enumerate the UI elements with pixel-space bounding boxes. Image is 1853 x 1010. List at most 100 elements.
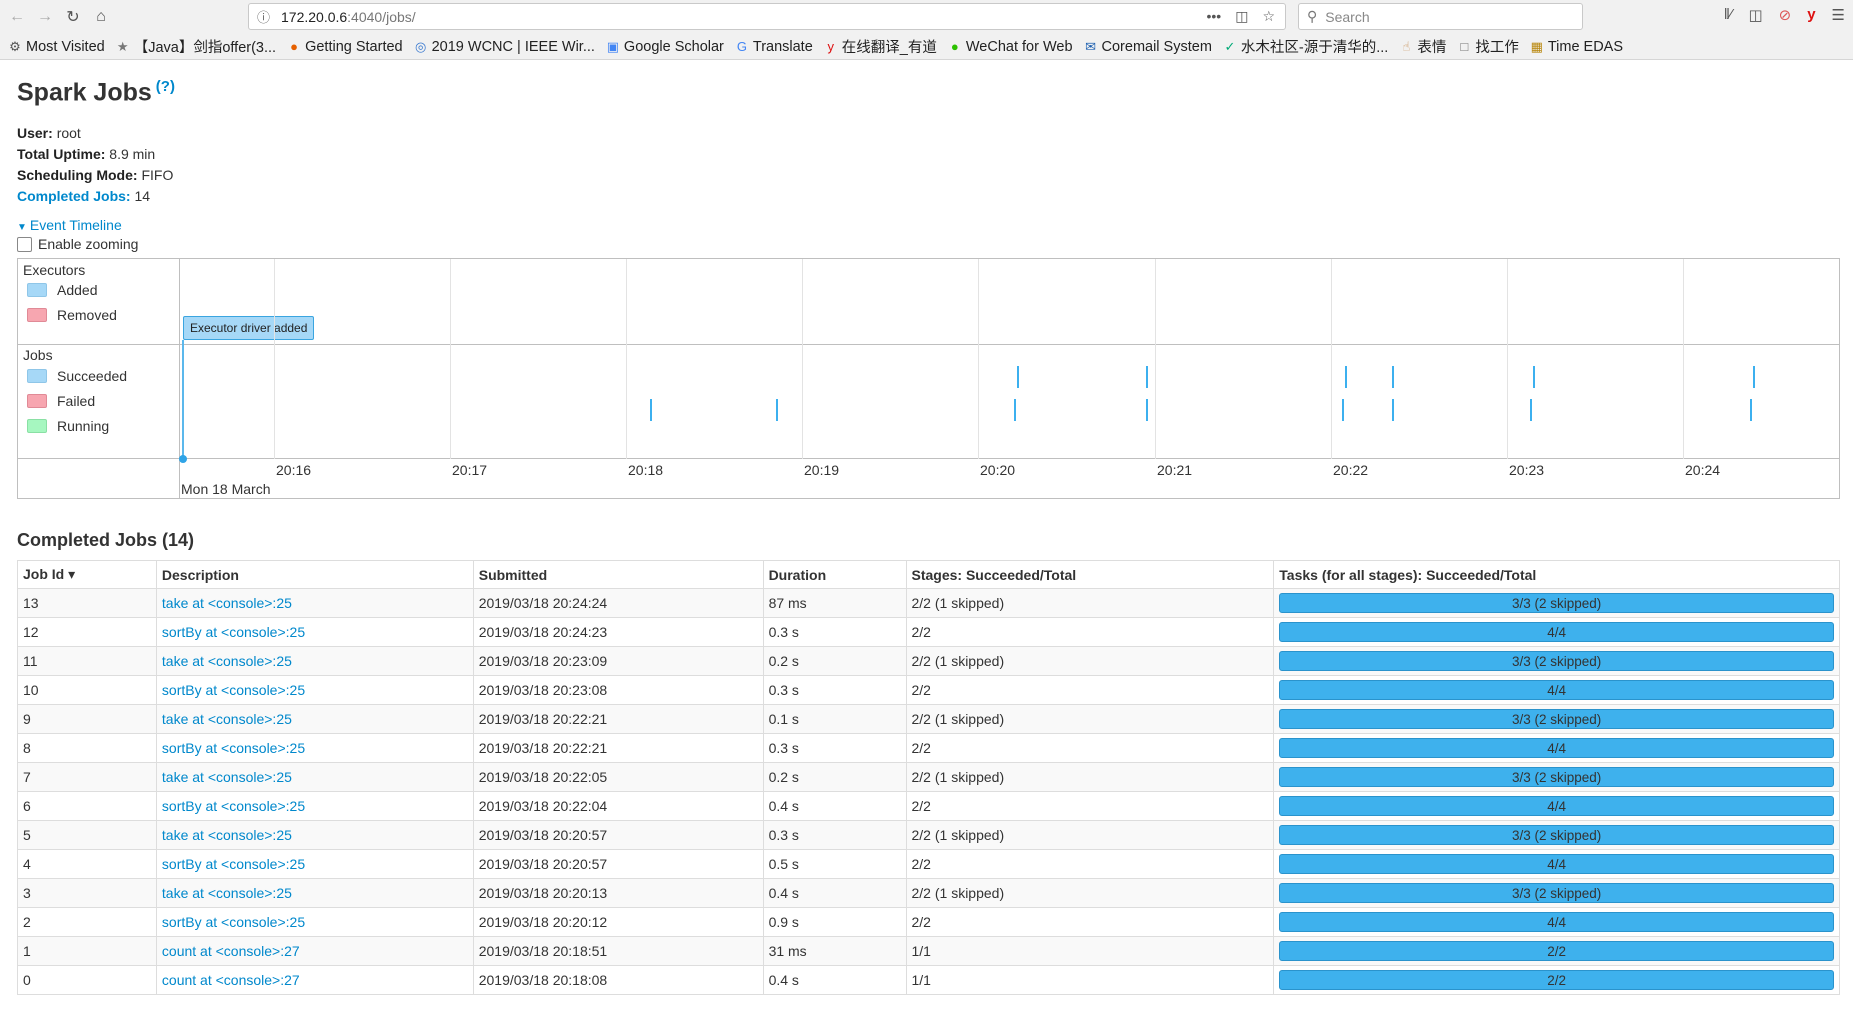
description-link[interactable]: take at <console>:25: [155, 646, 474, 677]
job-marker[interactable]: [1750, 399, 1752, 422]
tasks-progress-bar: 3/3 (2 skipped): [1279, 651, 1834, 672]
description-link[interactable]: sortBy at <console>:25: [155, 733, 474, 764]
timeline-gridline: [1155, 259, 1156, 460]
bookmark-item[interactable]: ★ 【Java】剑指offer(3...: [116, 36, 276, 57]
table-row: 6 sortBy at <console>:25 2019/03/18 20:22:…: [17, 791, 1840, 822]
job-marker[interactable]: [1017, 366, 1019, 389]
job-marker[interactable]: [1014, 399, 1016, 422]
job-marker[interactable]: [1533, 366, 1535, 389]
job-id-cell: 11: [17, 646, 157, 677]
stages-cell: 2/2: [905, 849, 1275, 880]
timeline-divider: [18, 344, 1839, 346]
job-marker[interactable]: [1342, 399, 1344, 422]
job-marker[interactable]: [776, 399, 778, 422]
more-icon[interactable]: •••: [1206, 8, 1221, 25]
bookmark-item[interactable]: y 在线翻译_有道: [824, 36, 937, 57]
description-link[interactable]: count at <console>:27: [155, 965, 474, 996]
table-row: 8 sortBy at <console>:25 2019/03/18 20:22:…: [17, 733, 1840, 764]
menu-icon[interactable]: ☰: [1832, 6, 1845, 24]
bookmark-item[interactable]: ● Getting Started: [287, 39, 402, 55]
duration-cell: 31 ms: [762, 936, 907, 967]
info-icon[interactable]: ⓘ: [257, 7, 281, 26]
sidebar-icon[interactable]: ◫: [1748, 6, 1762, 24]
tasks-progress-bar: 2/2: [1279, 970, 1834, 991]
bookmark-item[interactable]: ▣ Google Scholar: [606, 39, 724, 55]
bookmark-item[interactable]: □ 找工作: [1457, 36, 1518, 57]
reload-icon[interactable]: ↻: [62, 6, 84, 28]
table-row: 1 count at <console>:27 2019/03/18 20:18:5…: [17, 936, 1840, 967]
forward-icon[interactable]: →: [34, 6, 56, 28]
column-header[interactable]: Tasks (for all stages): Succeeded/Total: [1273, 560, 1840, 590]
event-timeline[interactable]: Executors Added Removed Jobs Succeeded F…: [17, 258, 1840, 500]
description-link[interactable]: take at <console>:25: [155, 820, 474, 851]
tasks-progress-bar: 3/3 (2 skipped): [1279, 709, 1834, 730]
description-link[interactable]: take at <console>:25: [155, 762, 474, 793]
bookmark-label: 在线翻译_有道: [841, 40, 937, 56]
executor-event-dot[interactable]: [179, 455, 187, 464]
job-marker[interactable]: [1392, 366, 1394, 389]
description-link[interactable]: sortBy at <console>:25: [155, 849, 474, 880]
timeline-gridline: [802, 259, 803, 460]
bookmark-item[interactable]: ✓ 水木社区-源于清华的...: [1223, 36, 1388, 57]
description-link[interactable]: take at <console>:25: [155, 878, 474, 909]
job-marker[interactable]: [1146, 399, 1148, 422]
column-header[interactable]: Job Id ▾: [17, 560, 157, 590]
job-marker[interactable]: [1530, 399, 1532, 422]
bookmark-item[interactable]: ▦ Time EDAS: [1530, 39, 1623, 55]
table-row: 7 take at <console>:25 2019/03/18 20:22:05…: [17, 762, 1840, 793]
column-header[interactable]: Submitted: [472, 560, 764, 590]
library-icon[interactable]: ‖⁄: [1724, 6, 1733, 24]
triangle-down-icon: ▼: [17, 222, 27, 234]
bookmark-item[interactable]: ● WeChat for Web: [948, 39, 1073, 55]
enable-zooming-row[interactable]: Enable zooming: [17, 236, 1836, 252]
column-header[interactable]: Description: [155, 560, 474, 590]
bookmark-label: 【Java】剑指offer(3...: [133, 40, 277, 56]
job-marker[interactable]: [1345, 366, 1347, 389]
description-link[interactable]: take at <console>:25: [155, 704, 474, 735]
job-id-cell: 12: [17, 617, 157, 648]
youdao-addon-icon[interactable]: y: [1807, 6, 1815, 24]
event-timeline-toggle[interactable]: ▼ Event Timeline: [17, 217, 1836, 233]
description-link[interactable]: sortBy at <console>:25: [155, 907, 474, 938]
zooming-checkbox[interactable]: [17, 236, 32, 252]
bookmark-item[interactable]: ☝ 表情: [1399, 36, 1446, 57]
legend-removed: Removed: [27, 307, 117, 323]
bookmark-label: Coremail System: [1101, 38, 1212, 55]
description-link[interactable]: count at <console>:27: [155, 936, 474, 967]
page-title-text: Spark Jobs: [17, 78, 152, 107]
job-marker[interactable]: [1146, 366, 1148, 389]
addon-block-icon[interactable]: ⊘: [1779, 6, 1792, 24]
completed-jobs-heading[interactable]: Completed Jobs (14): [17, 530, 1836, 551]
home-icon[interactable]: ⌂: [90, 6, 112, 28]
pocket-icon[interactable]: ◫: [1235, 8, 1248, 25]
timeline-gridline: [274, 259, 275, 460]
bookmark-item[interactable]: ✉ Coremail System: [1084, 39, 1212, 55]
timeline-gridline: [1331, 259, 1332, 460]
executor-driver-added-event[interactable]: Executor driver added: [183, 316, 315, 341]
description-link[interactable]: take at <console>:25: [155, 588, 474, 619]
tasks-progress-bar: 3/3 (2 skipped): [1279, 883, 1834, 904]
job-marker[interactable]: [650, 399, 652, 422]
bookmark-item[interactable]: G Translate: [735, 39, 813, 55]
job-marker[interactable]: [1753, 366, 1755, 389]
description-link[interactable]: sortBy at <console>:25: [155, 617, 474, 648]
bookmark-item[interactable]: ◎ 2019 WCNC | IEEE Wir...: [414, 39, 595, 55]
back-icon[interactable]: ←: [6, 6, 28, 28]
completed-jobs-link[interactable]: Completed Jobs:: [17, 188, 131, 204]
description-link[interactable]: sortBy at <console>:25: [155, 675, 474, 706]
enable-zooming-label: Enable zooming: [38, 236, 139, 253]
description-link[interactable]: sortBy at <console>:25: [155, 791, 474, 822]
job-id-cell: 9: [17, 704, 157, 735]
duration-cell: 0.4 s: [762, 965, 907, 996]
bookmark-item[interactable]: ⚙ Most Visited: [8, 39, 105, 55]
timeline-tick-label: 20:24: [1685, 462, 1721, 479]
job-marker[interactable]: [1392, 399, 1394, 422]
star-icon[interactable]: ☆: [1262, 8, 1275, 25]
url-bar[interactable]: ⓘ 172.20.0.6:4040/jobs/ ••• ◫ ☆: [248, 3, 1286, 30]
column-header[interactable]: Stages: Succeeded/Total: [905, 560, 1275, 590]
search-input[interactable]: ⚲ Search: [1298, 3, 1583, 30]
translate-icon: G: [736, 39, 747, 54]
column-header[interactable]: Duration: [762, 560, 907, 590]
timeline-axis-line: [18, 458, 1839, 460]
help-link[interactable]: (?): [156, 78, 175, 95]
